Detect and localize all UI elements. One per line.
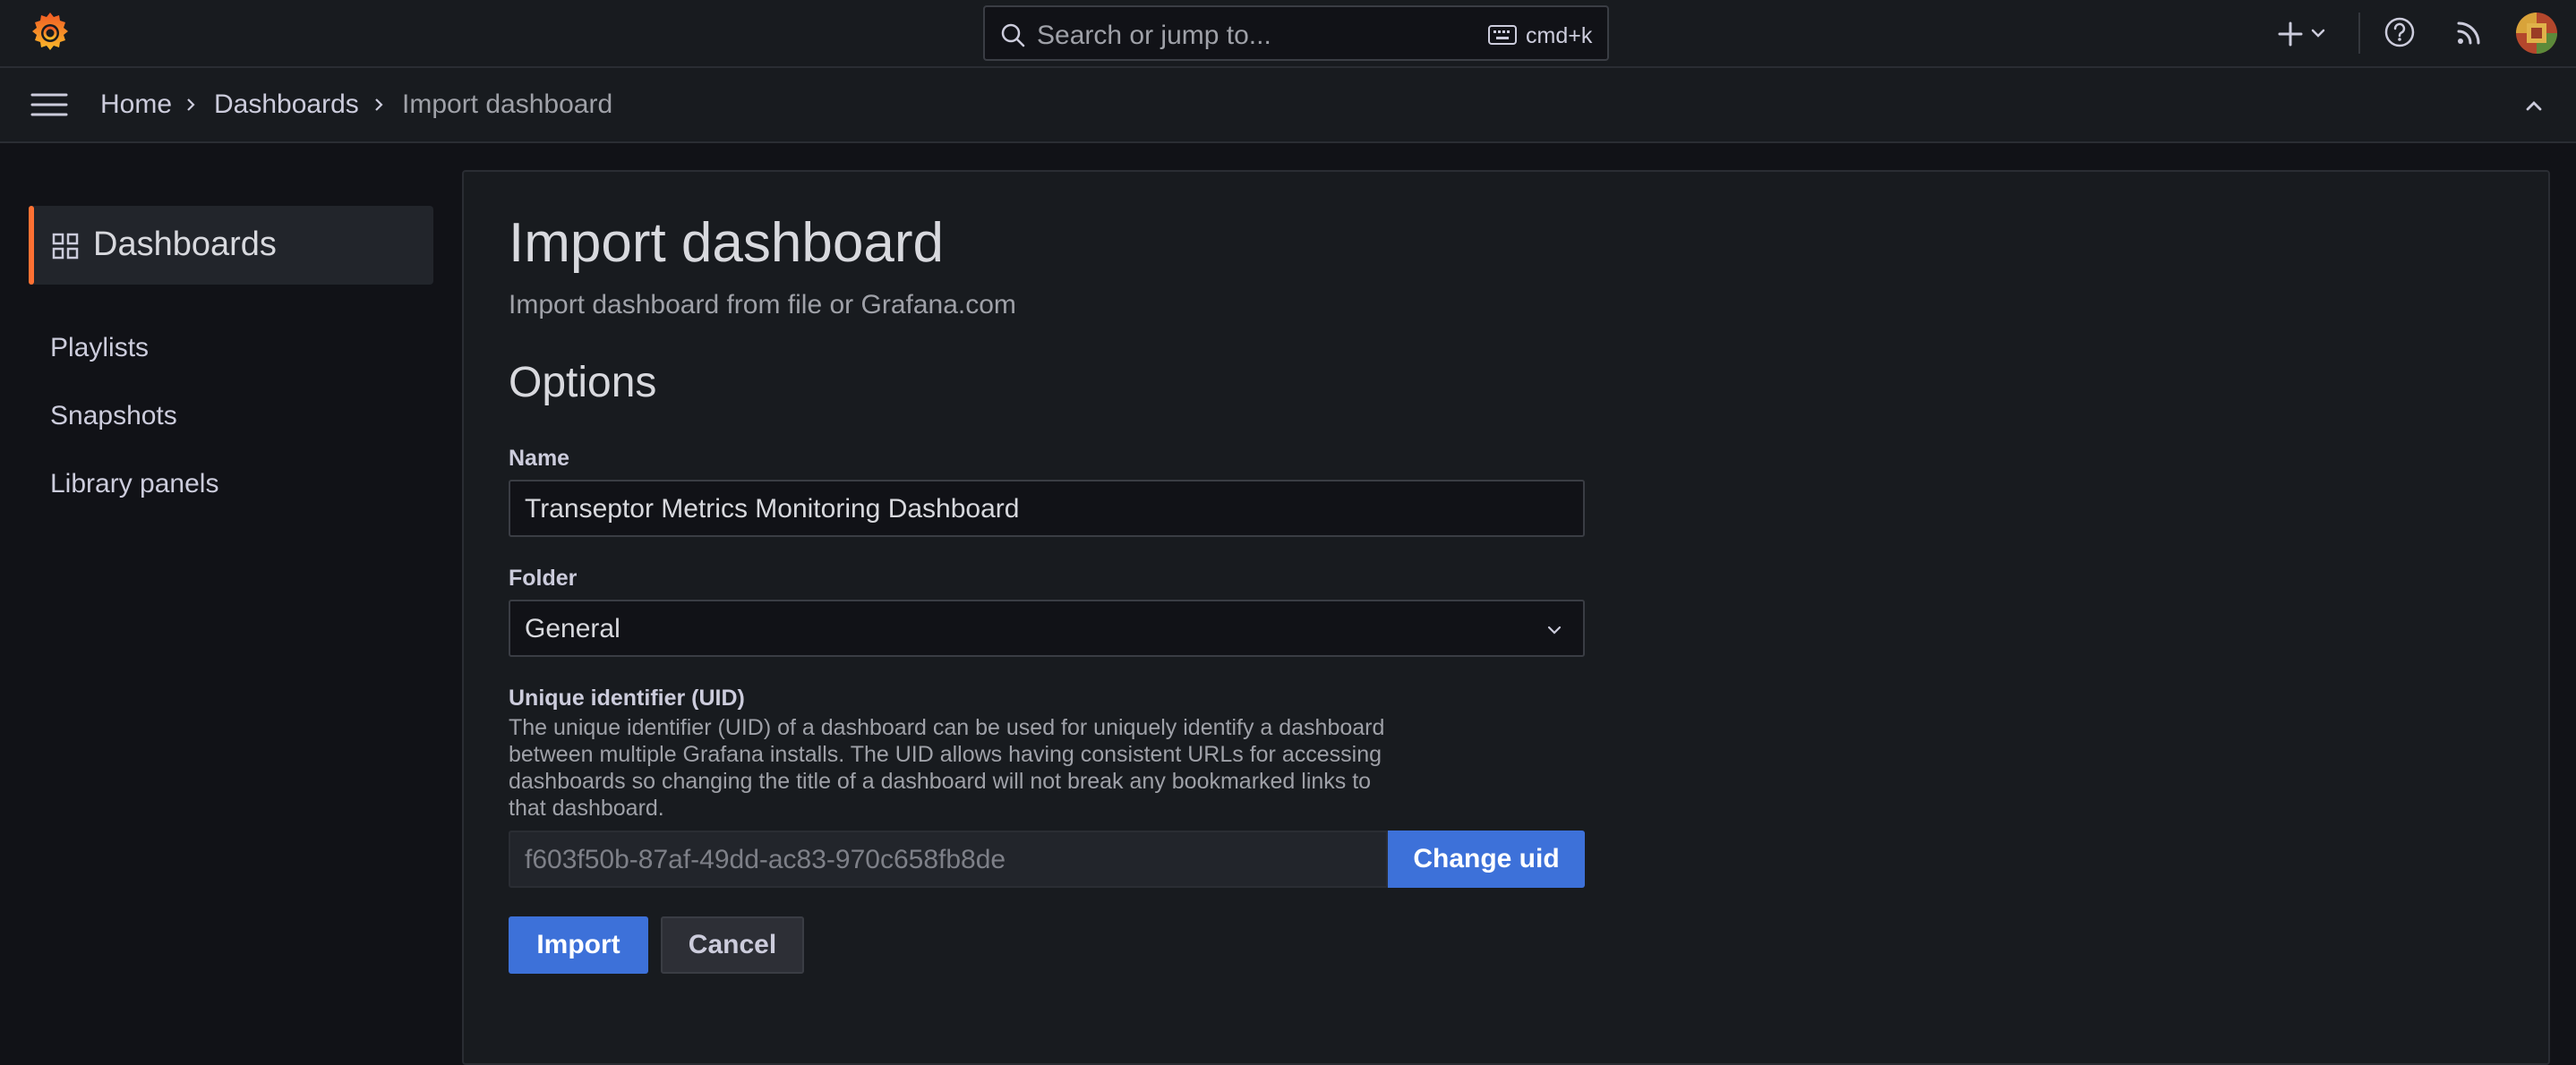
page-title: Import dashboard (509, 212, 944, 274)
chevron-right-icon (375, 98, 383, 111)
folder-select[interactable]: General (509, 600, 1585, 657)
new-menu-button[interactable] (2272, 16, 2335, 52)
search-placeholder: Search or jump to... (1037, 21, 1271, 50)
import-button[interactable]: Import (509, 916, 648, 974)
breadcrumb-dashboards[interactable]: Dashboards (214, 89, 359, 120)
breadcrumb: Home Dashboards Import dashboard (0, 68, 2576, 143)
sidebar-item-snapshots[interactable]: Snapshots (50, 401, 177, 431)
name-value: Transeptor Metrics Monitoring Dashboard (525, 494, 1020, 524)
search-input[interactable]: Search or jump to... cmd+k (983, 5, 1609, 61)
folder-value: General (525, 614, 620, 643)
breadcrumb-current: Import dashboard (402, 89, 613, 119)
help-icon[interactable] (2383, 16, 2416, 48)
sidebar-item-library-panels[interactable]: Library panels (50, 469, 218, 499)
sidebar-item-playlists[interactable]: Playlists (50, 333, 149, 363)
top-bar: Search or jump to... cmd+k (0, 0, 2576, 68)
rss-icon[interactable] (2453, 16, 2486, 48)
chevron-down-icon (2311, 29, 2325, 38)
sidebar-section-title: Dashboards (93, 226, 277, 263)
import-panel: Import dashboard Import dashboard from f… (462, 170, 2550, 1065)
avatar[interactable] (2516, 13, 2557, 54)
uid-value: f603f50b-87af-49dd-ac83-970c658fb8de (525, 845, 1006, 874)
name-field[interactable]: Transeptor Metrics Monitoring Dashboard (509, 480, 1585, 537)
search-shortcut: cmd+k (1526, 23, 1593, 48)
sidebar-item-dashboards[interactable]: Dashboards (29, 206, 433, 285)
cancel-button[interactable]: Cancel (661, 916, 804, 974)
apps-icon (52, 233, 79, 260)
breadcrumb-home[interactable]: Home (100, 89, 172, 120)
active-indicator (29, 206, 34, 285)
change-uid-button[interactable]: Change uid (1388, 831, 1585, 888)
chevron-down-icon (1547, 626, 1562, 635)
options-heading: Options (509, 359, 657, 406)
grafana-logo-icon[interactable] (27, 9, 73, 55)
page-subtitle: Import dashboard from file or Grafana.co… (509, 290, 1016, 320)
toolbar-divider (2358, 13, 2360, 54)
sidebar: Dashboards Playlists Snapshots Library p… (0, 143, 462, 1053)
chevron-right-icon (187, 98, 195, 111)
name-label: Name (509, 446, 570, 471)
chevron-up-icon[interactable] (2520, 91, 2548, 120)
keyboard-icon (1488, 25, 1517, 45)
uid-field: f603f50b-87af-49dd-ac83-970c658fb8de (509, 831, 1388, 888)
folder-label: Folder (509, 566, 578, 591)
plus-icon (2278, 21, 2303, 47)
search-icon (1001, 23, 1025, 47)
uid-label: Unique identifier (UID) (509, 686, 745, 711)
uid-description: The unique identifier (UID) of a dashboa… (509, 715, 1385, 821)
menu-icon[interactable] (30, 89, 68, 120)
